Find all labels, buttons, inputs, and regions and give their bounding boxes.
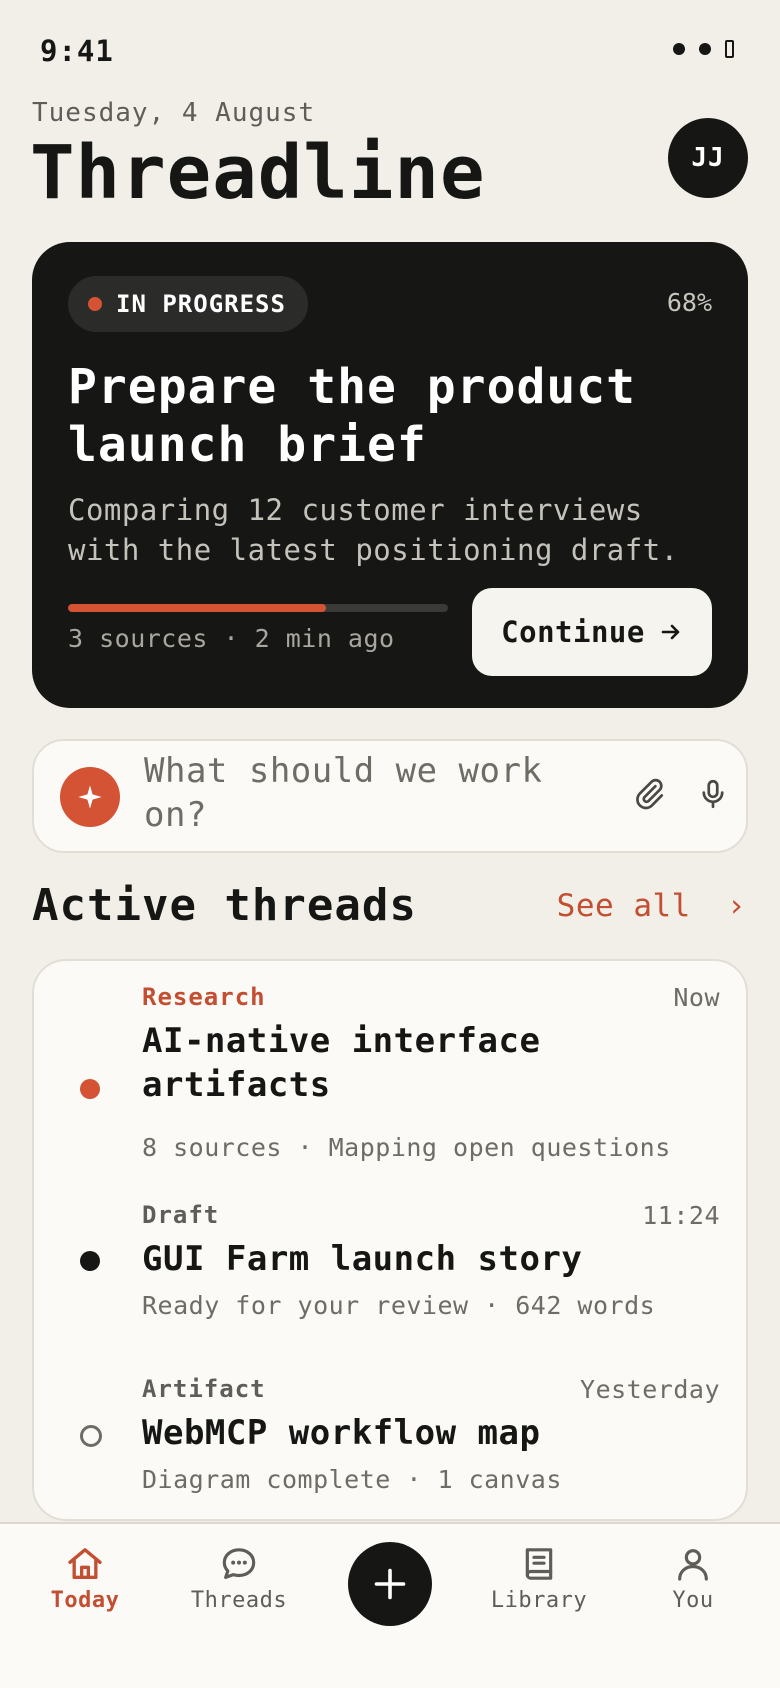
thread-status-ring-icon — [80, 1425, 102, 1447]
status-icons — [673, 40, 734, 58]
signal-icon — [673, 43, 685, 55]
chat-bubble-icon — [222, 1548, 256, 1579]
status-dot-icon — [88, 297, 102, 311]
nav-today-label: Today — [50, 1588, 120, 1613]
microphone-icon[interactable] — [696, 777, 730, 811]
thread-meta: 8 sources · Mapping open questions — [142, 1133, 671, 1162]
header-date: Tuesday, 4 August — [32, 98, 316, 128]
arrow-right-icon — [661, 624, 680, 640]
nav-library[interactable]: Library — [464, 1544, 614, 1613]
progress-bar-fill — [68, 604, 327, 612]
nav-threads-label: Threads — [190, 1588, 288, 1613]
thread-category: Artifact — [142, 1375, 266, 1403]
nav-today[interactable]: Today — [10, 1544, 160, 1613]
nav-you[interactable]: You — [618, 1544, 768, 1613]
paperclip-icon[interactable] — [632, 777, 666, 811]
task-meta: 3 sources · 2 min ago — [68, 624, 395, 653]
person-icon — [678, 1549, 708, 1581]
nav-you-label: You — [672, 1588, 714, 1613]
thread-item[interactable]: Artifact Yesterday WebMCP workflow map D… — [34, 1375, 746, 1505]
app-title: Threadline — [30, 130, 486, 216]
thread-title: WebMCP workflow map — [142, 1413, 541, 1453]
thread-status-dot-icon — [80, 1079, 100, 1099]
prompt-placeholder[interactable]: What should we work on? — [144, 749, 574, 837]
prompt-input[interactable]: What should we work on? — [32, 739, 748, 853]
thread-category: Draft — [142, 1201, 220, 1229]
progress-percent: 68% — [666, 288, 712, 317]
continue-button[interactable]: Continue — [472, 588, 712, 676]
book-icon — [525, 1548, 553, 1580]
thread-status-dot-icon — [80, 1251, 100, 1271]
threads-list: Research Now AI-native interface artifac… — [32, 959, 748, 1521]
sparkle-icon — [78, 785, 102, 809]
thread-time: Now — [673, 983, 720, 1012]
chevron-right-icon: › — [726, 888, 746, 924]
thread-item[interactable]: Research Now AI-native interface artifac… — [34, 983, 746, 1163]
current-task-card[interactable]: IN PROGRESS 68% Prepare the product laun… — [32, 242, 748, 708]
continue-label: Continue — [501, 615, 645, 649]
plus-icon — [374, 1568, 406, 1600]
task-description: Comparing 12 customer interviews with th… — [68, 493, 679, 567]
task-title: Prepare the product launch brief — [68, 359, 637, 473]
see-all-label: See all — [556, 888, 691, 924]
thread-time: 11:24 — [642, 1201, 720, 1230]
thread-meta: Diagram complete · 1 canvas — [142, 1465, 562, 1494]
thread-title: AI-native interface artifacts — [142, 1021, 541, 1105]
bottom-nav: Today Threads Library You — [0, 1522, 780, 1688]
thread-category: Research — [142, 983, 266, 1011]
avatar[interactable]: JJ — [668, 118, 748, 198]
see-all-link[interactable]: See all › — [557, 888, 746, 924]
new-thread-button[interactable] — [348, 1542, 432, 1626]
thread-item[interactable]: Draft 11:24 GUI Farm launch story Ready … — [34, 1201, 746, 1331]
thread-title: GUI Farm launch story — [142, 1239, 583, 1279]
wifi-icon — [699, 43, 711, 55]
status-time: 9:41 — [40, 34, 114, 68]
thread-time: Yesterday — [580, 1375, 720, 1404]
progress-bar — [68, 604, 448, 612]
section-title: Active threads — [32, 880, 417, 931]
status-bar: 9:41 — [0, 0, 780, 100]
nav-threads[interactable]: Threads — [164, 1544, 314, 1613]
home-icon — [68, 1548, 102, 1579]
status-badge: IN PROGRESS — [68, 276, 308, 332]
nav-library-label: Library — [490, 1588, 588, 1613]
status-label: IN PROGRESS — [116, 290, 286, 318]
battery-icon — [725, 40, 734, 58]
sparkle-button[interactable] — [60, 767, 120, 827]
thread-meta: Ready for your review · 642 words — [142, 1291, 656, 1320]
